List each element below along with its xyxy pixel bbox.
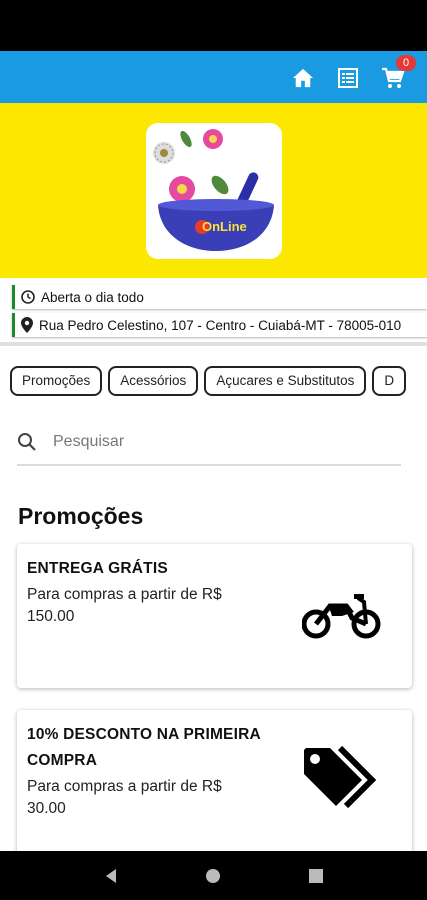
promo-card-free-delivery[interactable]: ENTREGA GRÁTIS Para compras a partir de … <box>17 544 412 688</box>
search-icon <box>18 433 36 451</box>
cart-button[interactable]: 0 <box>380 55 416 91</box>
store-hours: Aberta o dia todo <box>12 285 427 309</box>
category-chips: Promoções Acessórios Açucares e Substituto… <box>10 366 427 398</box>
promo-title: 10% DESCONTO NA PRIMEIRA COMPRA <box>27 726 261 769</box>
store-hours-text: Aberta o dia todo <box>41 289 144 305</box>
store-banner: OnLine <box>0 103 427 278</box>
promo-card-first-purchase-discount[interactable]: 10% DESCONTO NA PRIMEIRA COMPRA Para com… <box>17 710 412 860</box>
location-pin-icon <box>21 317 33 333</box>
app-bar: 0 <box>0 51 427 103</box>
clock-icon <box>21 290 35 304</box>
system-nav-bar <box>0 851 427 900</box>
logo-text: OnLine <box>202 219 247 234</box>
promotions-title: Promoções <box>18 503 144 529</box>
category-chip[interactable]: Acessórios <box>108 366 199 396</box>
tags-icon <box>304 746 377 809</box>
status-bar <box>0 0 427 51</box>
home-icon[interactable] <box>290 65 316 91</box>
category-chip[interactable]: Açucares e Substitutos <box>204 366 367 396</box>
store-logo: OnLine <box>146 123 282 259</box>
search-input[interactable]: Pesquisar <box>53 433 124 451</box>
store-address: Rua Pedro Celestino, 107 - Centro - Cuia… <box>12 313 427 337</box>
cart-count-badge: 0 <box>396 55 416 71</box>
home-nav-icon[interactable] <box>205 868 221 884</box>
search-bar[interactable]: Pesquisar <box>17 420 401 466</box>
back-icon[interactable] <box>103 868 119 884</box>
promo-description: Para compras a partir de R$ 30.00 <box>27 778 222 817</box>
list-icon[interactable] <box>335 65 361 91</box>
promo-title: ENTREGA GRÁTIS <box>27 560 168 577</box>
category-chip[interactable]: D <box>372 366 407 396</box>
section-divider <box>0 342 427 346</box>
motorcycle-icon <box>302 594 381 639</box>
store-address-text: Rua Pedro Celestino, 107 - Centro - Cuia… <box>39 317 402 333</box>
category-chip[interactable]: Promoções <box>10 366 103 396</box>
promo-description: Para compras a partir de R$ 150.00 <box>27 586 222 625</box>
recents-icon[interactable] <box>308 868 324 884</box>
